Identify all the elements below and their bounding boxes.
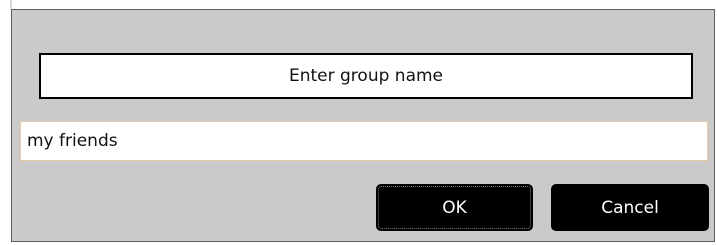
dialog-left-margin (0, 9, 11, 242)
dialog-prompt-title: Enter group name (39, 53, 693, 99)
group-name-input[interactable] (20, 121, 708, 161)
ok-button[interactable]: OK (376, 184, 533, 231)
cancel-button[interactable]: Cancel (551, 184, 709, 231)
group-name-dialog: Enter group name OK Cancel (11, 9, 715, 242)
